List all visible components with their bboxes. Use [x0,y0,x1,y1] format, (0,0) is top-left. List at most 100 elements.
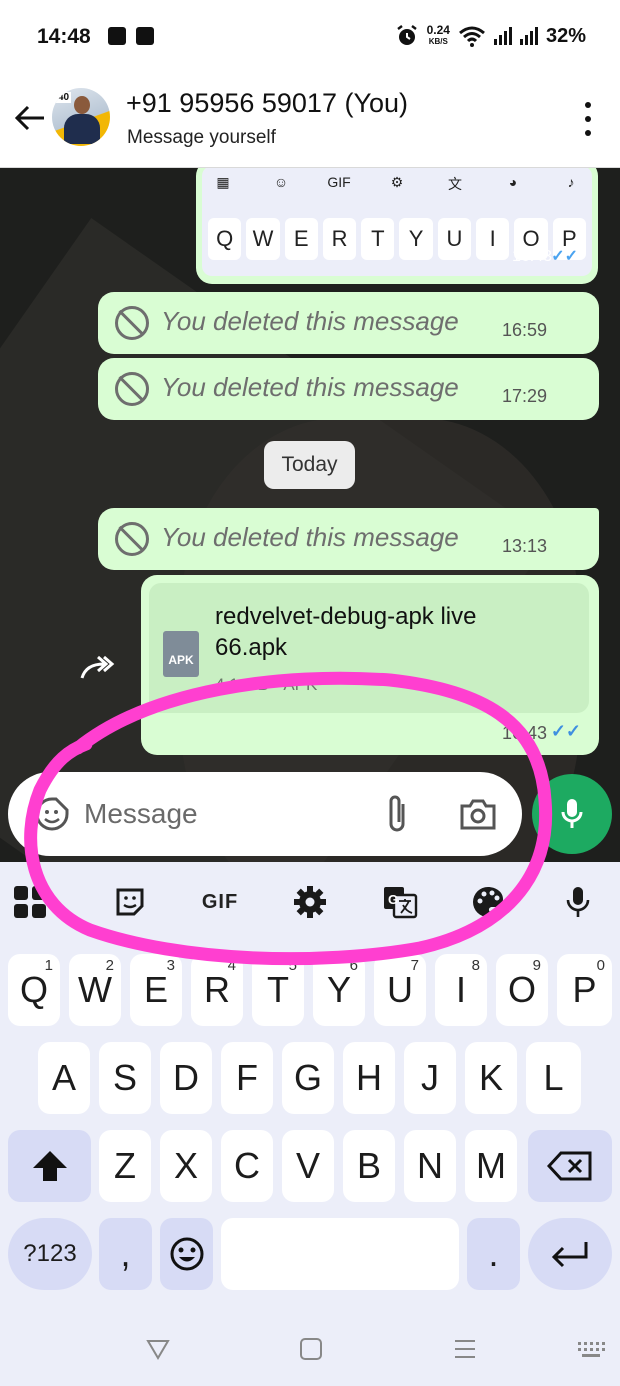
apps-button[interactable] [8,882,52,922]
deleted-message[interactable]: You deleted this message 13:13 [98,508,599,570]
deleted-message[interactable]: You deleted this message 17:29 [98,358,599,420]
navigation-bar [0,1310,620,1386]
key-s[interactable]: S [99,1042,151,1114]
symbols-key[interactable]: ?123 [8,1218,92,1290]
notification-icon [108,27,126,45]
key-z[interactable]: Z [99,1130,151,1202]
forward-button[interactable] [78,652,118,684]
message-time: 17:29 [501,386,547,406]
key-hint: 3 [166,957,175,974]
contact-subtitle: Message yourself [127,127,276,148]
key-b[interactable]: B [343,1130,395,1202]
signal-icon [519,27,538,45]
deleted-message[interactable]: You deleted this message 16:59 [98,292,599,354]
settings-button[interactable] [288,882,332,922]
key-o[interactable]: O9 [496,954,548,1026]
key-hint: 7 [410,957,419,974]
voice-message-button[interactable] [532,774,612,854]
message-input[interactable] [84,788,374,840]
key-a[interactable]: A [38,1042,90,1114]
dot-icon [585,116,591,122]
file-attachment[interactable]: APK redvelvet-debug-apk live 66.apk 4.1 … [149,583,589,713]
key-c[interactable]: C [221,1130,273,1202]
shift-key[interactable] [8,1130,91,1202]
image-message[interactable]: ▦ ☺ GIF ⚙ 文 ◕ ♪ Q W E R T Y U I O P 16:4… [196,168,598,284]
key-hint: 1 [44,957,53,974]
emoji-key[interactable] [160,1218,213,1290]
nav-home-button[interactable] [298,1336,324,1362]
nav-back-button[interactable] [145,1336,171,1362]
sticker-button[interactable] [108,882,152,922]
key-hint: 8 [471,957,480,974]
deleted-message-text: You deleted this message [161,372,459,402]
key-x[interactable]: X [160,1130,212,1202]
key-l[interactable]: L [526,1042,581,1114]
preview-key: U [437,218,472,260]
theme-button[interactable] [466,882,510,922]
key-q[interactable]: Q1 [8,954,60,1026]
key-p[interactable]: P0 [557,954,612,1026]
keyboard-icon [578,1342,605,1357]
file-message[interactable]: APK redvelvet-debug-apk live 66.apk 4.1 … [141,575,599,755]
chat-area[interactable]: ▦ ☺ GIF ⚙ 文 ◕ ♪ Q W E R T Y U I O P 16:4… [0,168,620,862]
avatar[interactable]: 40 [52,88,110,146]
read-ticks-icon: ✓✓ [550,721,581,741]
key-j[interactable]: J [404,1042,456,1114]
net-speed: 0.24 KB/S [427,24,450,47]
nav-recents-button[interactable] [452,1336,478,1362]
key-h[interactable]: H [343,1042,395,1114]
file-type-label: APK [168,653,194,667]
mic-icon: ♪ [567,174,575,190]
key-label: T [267,969,289,1010]
key-y[interactable]: Y6 [313,954,365,1026]
key-k[interactable]: K [465,1042,517,1114]
keyboard-switch-button[interactable] [576,1336,605,1362]
key-label: W [78,969,112,1010]
key-e[interactable]: E3 [130,954,182,1026]
comma-key[interactable]: , [99,1218,152,1290]
gif-button[interactable]: GIF [198,882,242,922]
period-key[interactable]: . [467,1218,520,1290]
sticker-icon [35,797,69,831]
wifi-icon [459,26,485,47]
key-t[interactable]: T5 [252,954,304,1026]
attach-button[interactable] [380,792,414,836]
voice-input-button[interactable] [556,882,600,922]
key-v[interactable]: V [282,1130,334,1202]
key-i[interactable]: I8 [435,954,487,1026]
key-d[interactable]: D [160,1042,212,1114]
apps-grid-icon [14,886,46,918]
back-button[interactable] [10,98,50,138]
key-f[interactable]: F [221,1042,273,1114]
enter-key[interactable] [528,1218,612,1290]
preview-key: R [322,218,357,260]
palette-icon: ◕ [508,174,518,190]
preview-key: E [284,218,318,260]
preview-key: Q [208,218,242,260]
key-m[interactable]: M [465,1130,517,1202]
svg-text:G: G [388,892,398,907]
key-n[interactable]: N [404,1130,456,1202]
dot-icon [585,102,591,108]
preview-key: Y [399,218,433,260]
avatar-body [64,114,100,144]
more-options-button[interactable] [582,102,594,136]
translate-button[interactable]: G [378,882,422,922]
keyboard: GIF G Q1 W2 E3 R4 T5 Y6 U7 I8 O9 P0 A S … [0,862,620,1310]
message-composer [8,772,522,856]
space-key[interactable] [221,1218,459,1290]
emoji-button[interactable] [34,796,70,832]
key-u[interactable]: U7 [374,954,426,1026]
backspace-key[interactable] [528,1130,612,1202]
emoji-icon [170,1237,203,1271]
gif-label: GIF [327,174,351,190]
palette-icon [473,887,504,917]
key-w[interactable]: W2 [69,954,121,1026]
camera-button[interactable] [458,796,498,832]
key-r[interactable]: R4 [191,954,243,1026]
deleted-message-text: You deleted this message [161,522,459,552]
blocked-icon [115,522,149,556]
contact-name[interactable]: +91 95956 59017 (You) [126,88,408,119]
key-g[interactable]: G [282,1042,334,1114]
key-hint: 2 [105,957,114,974]
